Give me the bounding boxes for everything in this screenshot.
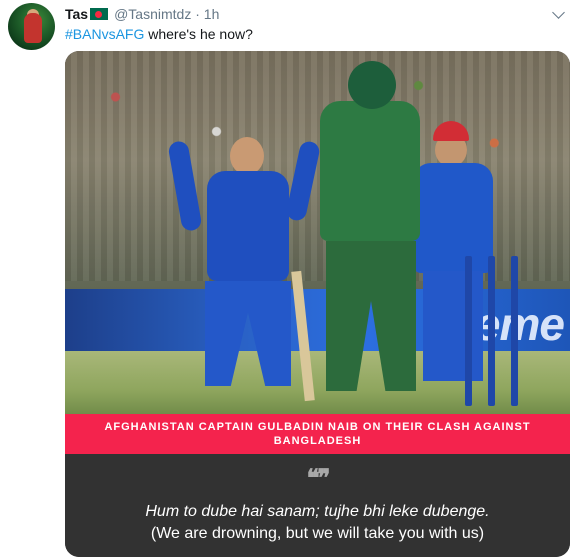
hashtag-link[interactable]: #BANvsAFG xyxy=(65,26,144,42)
avatar-figure xyxy=(24,13,42,43)
quote-text: Hum to dube hai sanam; tujhe bhi leke du… xyxy=(145,503,490,520)
bangladesh-flag-icon xyxy=(90,8,109,20)
tweet-text: #BANvsAFG where's he now? xyxy=(65,25,253,43)
bangladesh-batsman-figure xyxy=(291,61,430,402)
quote-panel: ❝❞ Hum to dube hai sanam; tujhe bhi leke… xyxy=(65,454,570,557)
avatar[interactable] xyxy=(8,3,55,50)
helmet xyxy=(348,61,396,109)
tweet-body: where's he now? xyxy=(144,26,253,42)
cricket-photo: eme xyxy=(65,51,570,416)
quote-mark-icon: ❝❞ xyxy=(306,463,331,492)
wicket-stumps xyxy=(460,256,530,406)
tweet-media-image[interactable]: eme AFGHANISTAN CAPTAIN GULBADIN NAIB ON… xyxy=(65,51,570,557)
tweet-timestamp[interactable]: 1h xyxy=(204,6,220,22)
stump-1 xyxy=(465,256,472,406)
quote-translation: (We are drowning, but we will take you w… xyxy=(150,525,485,542)
separator-dot: · xyxy=(195,6,200,22)
shirt xyxy=(207,171,289,281)
image-caption-banner: AFGHANISTAN CAPTAIN GULBADIN NAIB ON THE… xyxy=(65,414,570,454)
head xyxy=(230,137,264,175)
shirt xyxy=(320,101,420,241)
stump-2 xyxy=(488,256,495,406)
stump-3 xyxy=(511,256,518,406)
legs xyxy=(326,241,416,391)
author-name[interactable]: Tas xyxy=(65,6,88,22)
legs xyxy=(205,281,291,386)
author-handle[interactable]: @Tasnimtdz xyxy=(114,6,191,22)
cap xyxy=(433,121,469,141)
tweet-header: Tas @Tasnimtdz · 1h xyxy=(65,5,565,25)
